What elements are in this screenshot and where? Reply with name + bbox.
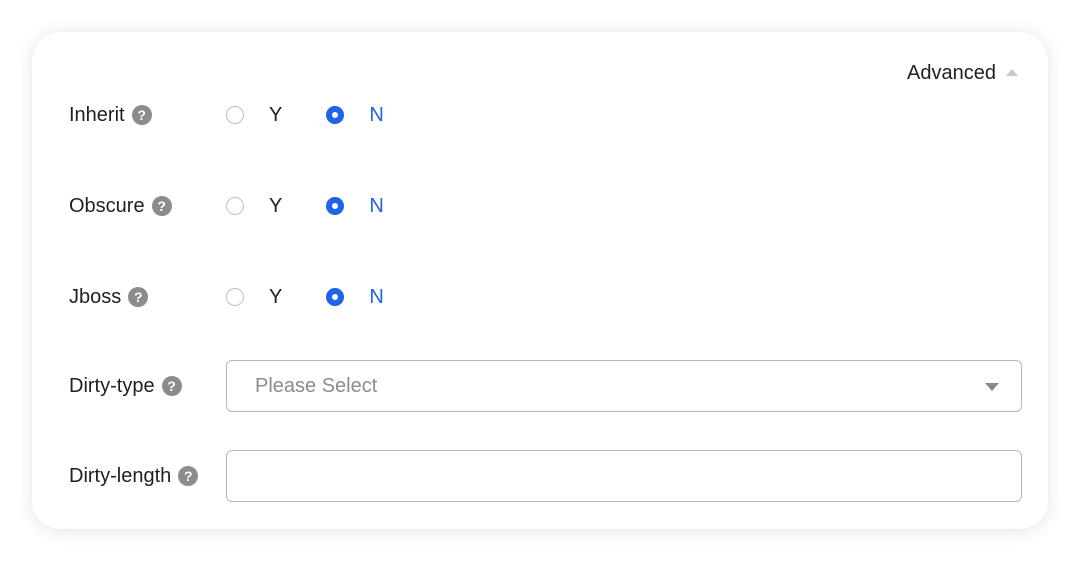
question-circle-icon[interactable]: ? — [178, 466, 199, 486]
inherit-label: Inherit — [69, 103, 125, 126]
dirty-length-input[interactable] — [255, 463, 993, 489]
obscure-label: Obscure — [69, 194, 145, 217]
field-label-wrap: Inherit ? — [69, 104, 226, 127]
inherit-radio-group: Y N — [226, 104, 384, 127]
dirty-length-input-box[interactable] — [226, 450, 1022, 502]
dirty-length-label: Dirty-length — [69, 464, 172, 487]
advanced-settings-panel: Advanced Inherit ? Y N Obscure ? Y N Jbo… — [32, 32, 1048, 529]
form-row-dirty-type: Dirty-type ? Please Select — [69, 360, 1022, 412]
radio-label: Y — [269, 103, 283, 126]
radio-checked-icon[interactable] — [326, 106, 345, 124]
obscure-radio-group: Y N — [226, 195, 384, 218]
radio-label: Y — [269, 285, 283, 308]
dirty-type-label: Dirty-type — [69, 374, 155, 397]
jboss-label: Jboss — [69, 285, 122, 308]
radio-checked-icon[interactable] — [326, 197, 345, 215]
form-row-jboss: Jboss ? Y N — [69, 276, 1022, 318]
jboss-option-y[interactable]: Y — [226, 286, 282, 309]
radio-unchecked-icon[interactable] — [226, 197, 244, 215]
field-label-wrap: Jboss ? — [69, 286, 226, 309]
dirty-type-select[interactable]: Please Select — [226, 360, 1022, 412]
question-circle-icon[interactable]: ? — [131, 105, 152, 125]
question-circle-icon[interactable]: ? — [151, 196, 172, 216]
radio-unchecked-icon[interactable] — [226, 106, 244, 124]
select-placeholder: Please Select — [255, 374, 378, 397]
chevron-up-icon — [1006, 69, 1018, 76]
inherit-option-y[interactable]: Y — [226, 104, 282, 127]
form-row-inherit: Inherit ? Y N — [69, 94, 1022, 136]
radio-label: N — [369, 103, 384, 126]
field-label-wrap: Obscure ? — [69, 195, 226, 218]
form-row-obscure: Obscure ? Y N — [69, 185, 1022, 227]
jboss-option-n[interactable]: N — [326, 285, 384, 309]
jboss-radio-group: Y N — [226, 286, 384, 309]
advanced-toggle[interactable]: Advanced — [907, 62, 1018, 85]
radio-label: N — [369, 285, 384, 308]
radio-unchecked-icon[interactable] — [226, 288, 244, 306]
obscure-option-n[interactable]: N — [326, 194, 384, 218]
radio-label: N — [369, 194, 384, 217]
obscure-option-y[interactable]: Y — [226, 195, 282, 218]
inherit-option-n[interactable]: N — [326, 103, 384, 127]
question-circle-icon[interactable]: ? — [128, 287, 149, 307]
question-circle-icon[interactable]: ? — [161, 376, 182, 396]
field-label-wrap: Dirty-length ? — [69, 465, 226, 488]
radio-checked-icon[interactable] — [326, 288, 345, 306]
form-row-dirty-length: Dirty-length ? — [69, 450, 1022, 502]
advanced-label: Advanced — [907, 62, 996, 84]
field-label-wrap: Dirty-type ? — [69, 375, 226, 398]
radio-label: Y — [269, 194, 283, 217]
chevron-down-icon[interactable] — [985, 383, 999, 391]
